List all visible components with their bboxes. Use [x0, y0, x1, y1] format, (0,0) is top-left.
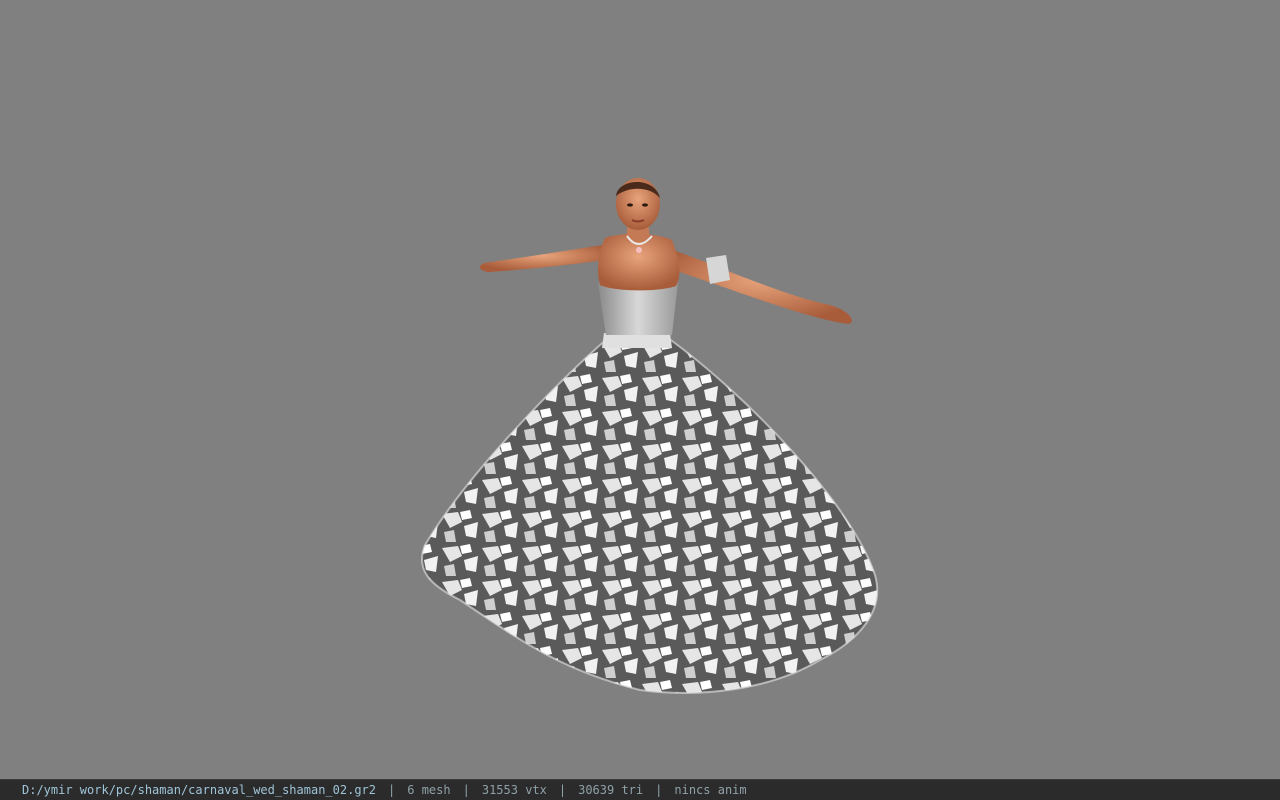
character-model[interactable]: [0, 0, 1280, 779]
dress-skirt: [421, 338, 878, 693]
file-path-label: D:/ymir work/pc/shaman/carnaval_wed_sham…: [22, 783, 377, 797]
right-arm: [668, 250, 852, 324]
3d-viewport[interactable]: [0, 0, 1280, 779]
mesh-count-label: 6 mesh: [407, 783, 451, 797]
left-arm: [479, 245, 605, 272]
animation-status-label: nincs anim: [674, 783, 747, 797]
triangle-count-label: 30639 tri: [578, 783, 644, 797]
status-bar: D:/ymir work/pc/shaman/carnaval_wed_sham…: [0, 779, 1280, 800]
vertex-count-label: 31553 vtx: [481, 783, 547, 797]
status-separator: |: [655, 783, 663, 797]
status-separator: |: [388, 783, 396, 797]
status-separator: |: [462, 783, 470, 797]
status-separator: |: [558, 783, 567, 797]
